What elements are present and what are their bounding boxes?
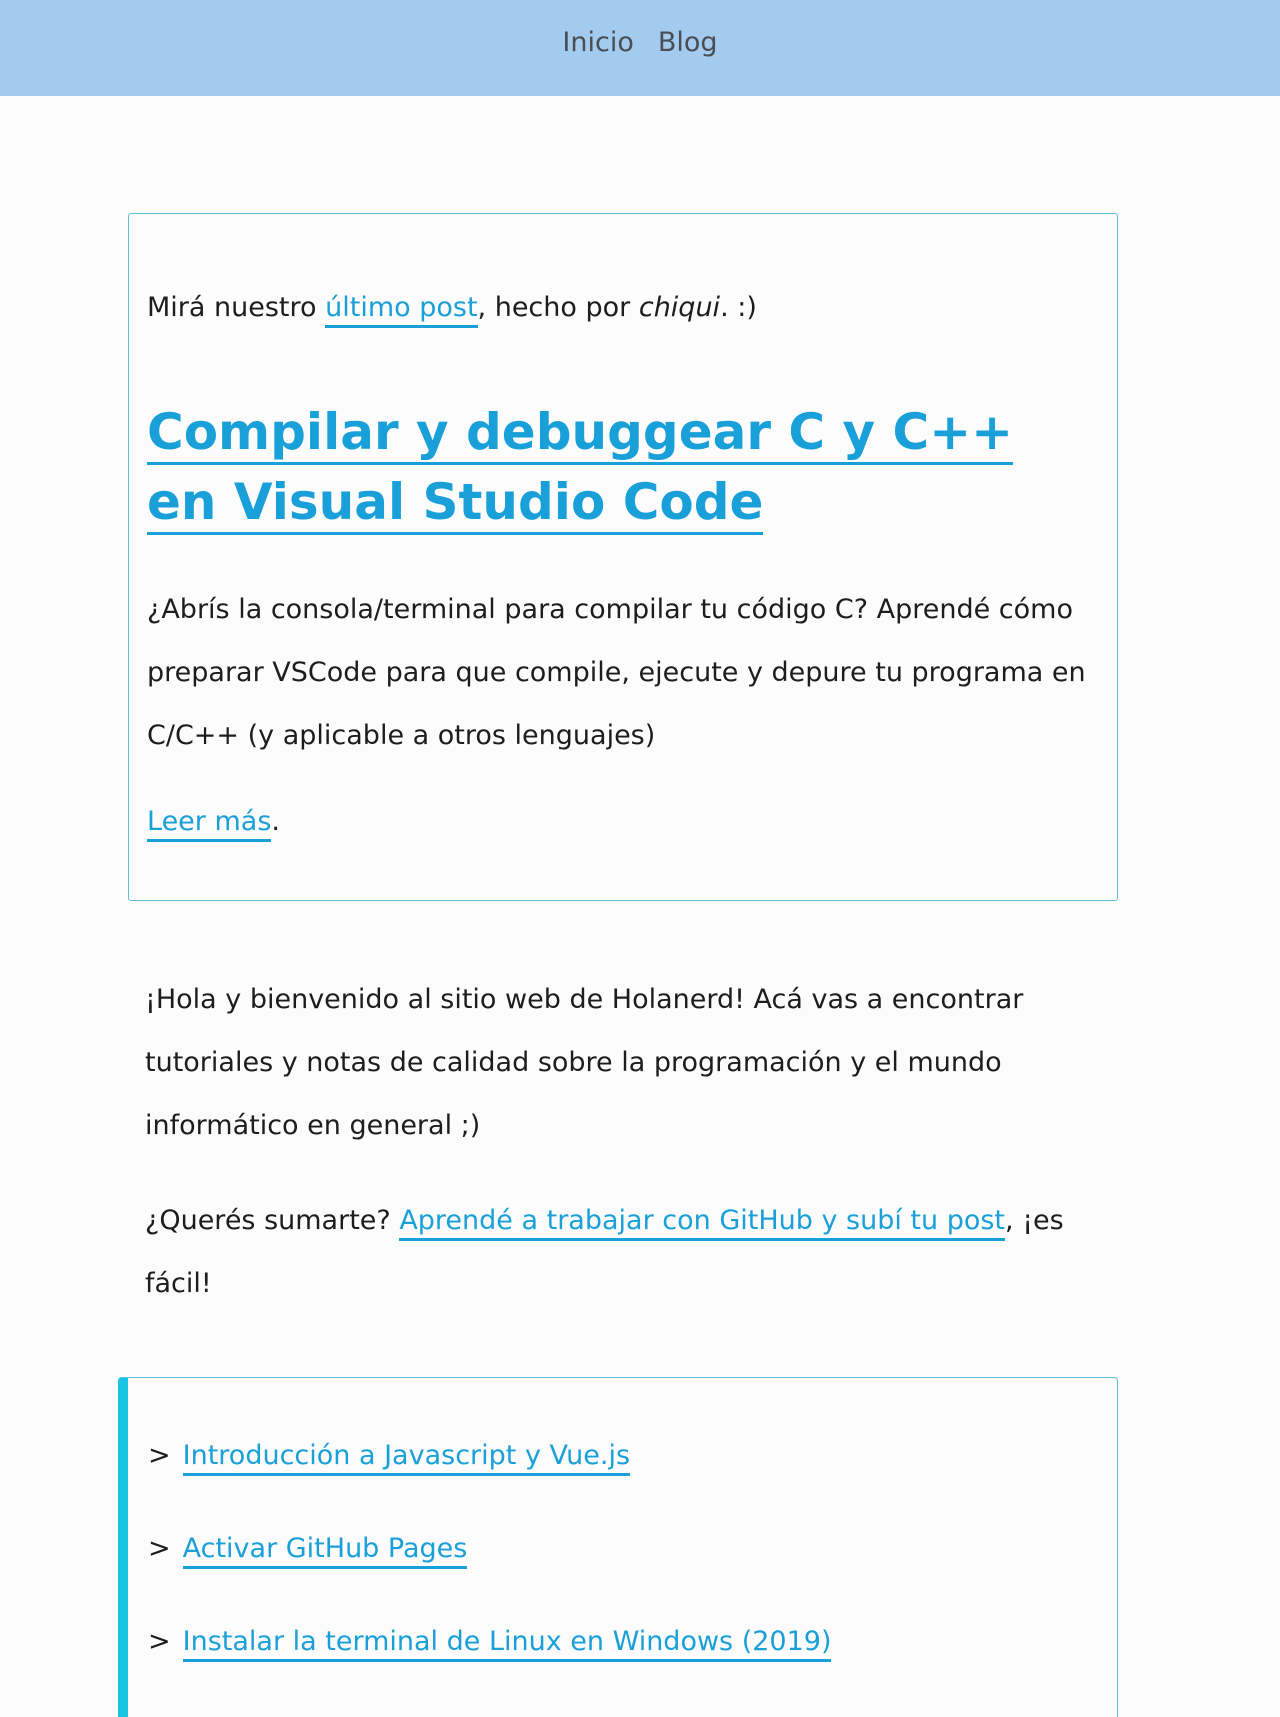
nav-link-inicio[interactable]: Inicio	[562, 27, 633, 58]
read-more-link[interactable]: Leer más	[147, 806, 272, 842]
read-more-line: Leer más.	[147, 804, 280, 842]
post-link-linux-terminal-windows[interactable]: Instalar la terminal de Linux en Windows…	[182, 1626, 832, 1662]
recent-posts-list: > Introducción a Javascript y Vue.js > Act…	[148, 1438, 832, 1717]
latest-post-intro: Mirá nuestro último post, hecho por chiq…	[147, 290, 757, 328]
list-item: > Introducción a Javascript y Vue.js	[148, 1438, 831, 1531]
join-prefix: ¿Querés sumarte?	[145, 1205, 400, 1236]
latest-post-card: Mirá nuestro último post, hecho por chiq…	[128, 213, 1118, 901]
arrow-icon: >	[148, 1440, 171, 1471]
post-link-javascript-vue[interactable]: Introducción a Javascript y Vue.js	[182, 1440, 631, 1476]
post-title-link[interactable]: Compilar y debuggear C y C++ en Visual S…	[147, 403, 1013, 535]
welcome-text: ¡Hola y bienvenido al sitio web de Holan…	[145, 984, 1024, 1141]
nav-link-blog[interactable]: Blog	[658, 27, 718, 58]
list-item: > Instalar la terminal de Linux en Window…	[148, 1624, 832, 1717]
intro-suffix: . :)	[720, 292, 757, 323]
top-navigation: Inicio Blog	[0, 0, 1280, 96]
intro-middle: , hecho por	[477, 292, 639, 323]
recent-posts-box: > Introducción a Javascript y Vue.js > Act…	[118, 1377, 1118, 1717]
read-more-suffix: .	[271, 806, 280, 837]
github-guide-link[interactable]: Aprendé a trabajar con GitHub y subí tu …	[399, 1205, 1006, 1241]
post-author: chiqui	[638, 292, 721, 323]
arrow-icon: >	[148, 1533, 171, 1564]
intro-prefix: Mirá nuestro	[147, 292, 326, 323]
list-item: > Activar GitHub Pages	[148, 1531, 831, 1624]
post-link-github-pages[interactable]: Activar GitHub Pages	[182, 1533, 468, 1569]
arrow-icon: >	[148, 1626, 171, 1657]
post-title: Compilar y debuggear C y C++ en Visual S…	[147, 397, 1047, 537]
post-description: ¿Abrís la consola/terminal para compilar…	[147, 594, 1086, 751]
latest-post-link[interactable]: último post	[325, 292, 478, 328]
join-text: ¿Querés sumarte? Aprendé a trabajar con …	[145, 1189, 1065, 1315]
